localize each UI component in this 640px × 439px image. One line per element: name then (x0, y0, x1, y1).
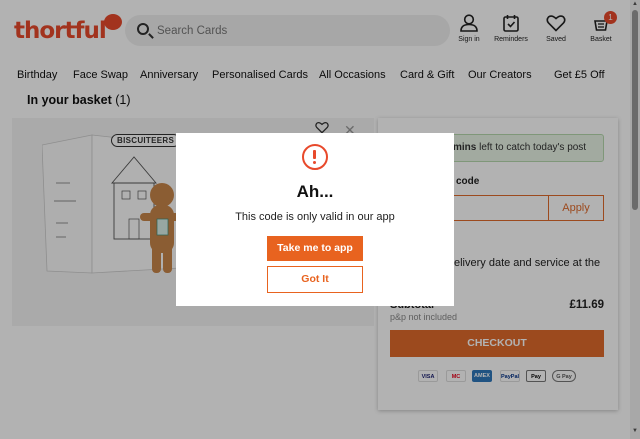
take-me-to-app-button[interactable]: Take me to app (267, 236, 363, 261)
dialog-message: This code is only valid in our app (235, 211, 395, 223)
got-it-button[interactable]: Got It (267, 266, 363, 293)
app-only-code-dialog: Ah... This code is only valid in our app… (176, 133, 454, 306)
exclamation-alert-icon (302, 144, 328, 170)
dialog-title: Ah... (296, 182, 334, 201)
